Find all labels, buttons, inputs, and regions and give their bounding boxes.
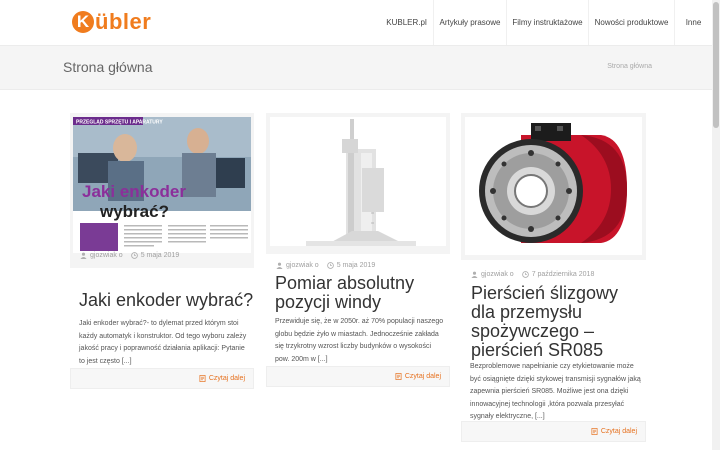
post-title[interactable]: Pierścień ślizgowy dla przemysłu spożywc… xyxy=(471,284,643,360)
post-meta: gjozwiak o 7 października 2018 xyxy=(471,271,594,278)
document-icon xyxy=(199,375,206,382)
page-subheader: Strona główna Strona główna xyxy=(0,45,712,90)
read-more-label: Czytaj dalej xyxy=(404,373,441,380)
post-meta: gjozwiak o 5 maja 2019 xyxy=(80,252,179,259)
post-card: gjozwiak o 7 października 2018 Pierścień… xyxy=(461,113,646,443)
post-author[interactable]: gjozwiak o xyxy=(481,271,514,278)
nav-label: Filmy instruktażowe xyxy=(512,18,583,27)
cover-banner-text: PRZEGLĄD SPRZĘTU I APARATURY xyxy=(76,120,163,126)
user-icon xyxy=(276,262,283,269)
breadcrumb[interactable]: Strona główna xyxy=(607,63,652,70)
post-thumbnail[interactable] xyxy=(266,113,450,254)
post-thumbnail[interactable] xyxy=(461,113,646,260)
scrollbar-thumb[interactable] xyxy=(713,2,719,128)
nav-item-nowosci[interactable]: Nowości produktowe xyxy=(588,0,674,45)
read-more-link[interactable]: Czytaj dalej xyxy=(199,375,245,382)
read-more-link[interactable]: Czytaj dalej xyxy=(591,428,637,435)
post-date: 7 października 2018 xyxy=(531,271,595,278)
post-card: gjozwiak o 5 maja 2019 Pomiar absolutny … xyxy=(266,113,450,393)
magazine-cover-image: PRZEGLĄD SPRZĘTU I APARATURY Jaki enkode… xyxy=(70,113,254,268)
nav-label: Artykuły prasowe xyxy=(439,18,501,27)
document-icon xyxy=(395,373,402,380)
nav-label: KUBLER.pl xyxy=(386,18,427,27)
cover-headline-1: Jaki enkoder xyxy=(82,182,186,201)
logo-circle: K xyxy=(72,11,94,33)
nav-item-inne[interactable]: Inne xyxy=(674,0,712,45)
post-author[interactable]: gjozwiak o xyxy=(90,252,123,259)
user-icon xyxy=(80,252,87,259)
post-date: 5 maja 2019 xyxy=(140,252,180,259)
nav-label: Nowości produktowe xyxy=(594,18,669,27)
slip-ring-image xyxy=(461,113,646,260)
nav-item-filmy[interactable]: Filmy instruktażowe xyxy=(506,0,588,45)
post-footer: Czytaj dalej xyxy=(70,368,254,389)
post-card: PRZEGLĄD SPRZĘTU I APARATURY Jaki enkode… xyxy=(70,113,254,393)
post-title[interactable]: Jaki enkoder wybrać? xyxy=(79,291,255,310)
kubler-logo[interactable]: K übler xyxy=(72,9,152,34)
site-header: K übler KUBLER.pl Artykuły prasowe Filmy… xyxy=(0,0,712,45)
nav-label: Inne xyxy=(685,18,702,27)
logo-wordmark: übler xyxy=(95,9,152,34)
post-excerpt: Jaki enkoder wybrać?- to dylemat przed k… xyxy=(79,320,247,365)
post-thumbnail[interactable]: PRZEGLĄD SPRZĘTU I APARATURY Jaki enkode… xyxy=(70,113,254,268)
elevator-sensor-image xyxy=(266,113,450,254)
clock-icon xyxy=(521,271,529,278)
read-more-label: Czytaj dalej xyxy=(208,375,245,382)
page-title: Strona główna xyxy=(63,59,153,75)
nav-item-artykuly[interactable]: Artykuły prasowe xyxy=(433,0,506,45)
post-date: 5 maja 2019 xyxy=(336,262,376,269)
post-footer: Czytaj dalej xyxy=(461,421,646,442)
main-nav: KUBLER.pl Artykuły prasowe Filmy instruk… xyxy=(380,0,712,45)
post-author[interactable]: gjozwiak o xyxy=(286,262,319,269)
nav-item-kubler-pl[interactable]: KUBLER.pl xyxy=(380,0,433,45)
post-footer: Czytaj dalej xyxy=(266,366,450,387)
cover-headline-2: wybrać? xyxy=(99,202,169,221)
read-more-link[interactable]: Czytaj dalej xyxy=(395,373,441,380)
page-scrollbar[interactable] xyxy=(712,0,720,450)
post-title[interactable]: Pomiar absolutny pozycji windy xyxy=(275,274,447,312)
read-more-label: Czytaj dalej xyxy=(600,428,637,435)
post-excerpt: Przewiduje się, że w 2050r. aż 70% popul… xyxy=(275,318,444,363)
clock-icon xyxy=(326,262,334,269)
clock-icon xyxy=(130,252,138,259)
post-meta: gjozwiak o 5 maja 2019 xyxy=(276,262,375,269)
document-icon xyxy=(591,428,598,435)
post-excerpt: Bezproblemowe napełnianie czy etykietowa… xyxy=(470,363,641,420)
user-icon xyxy=(471,271,478,278)
